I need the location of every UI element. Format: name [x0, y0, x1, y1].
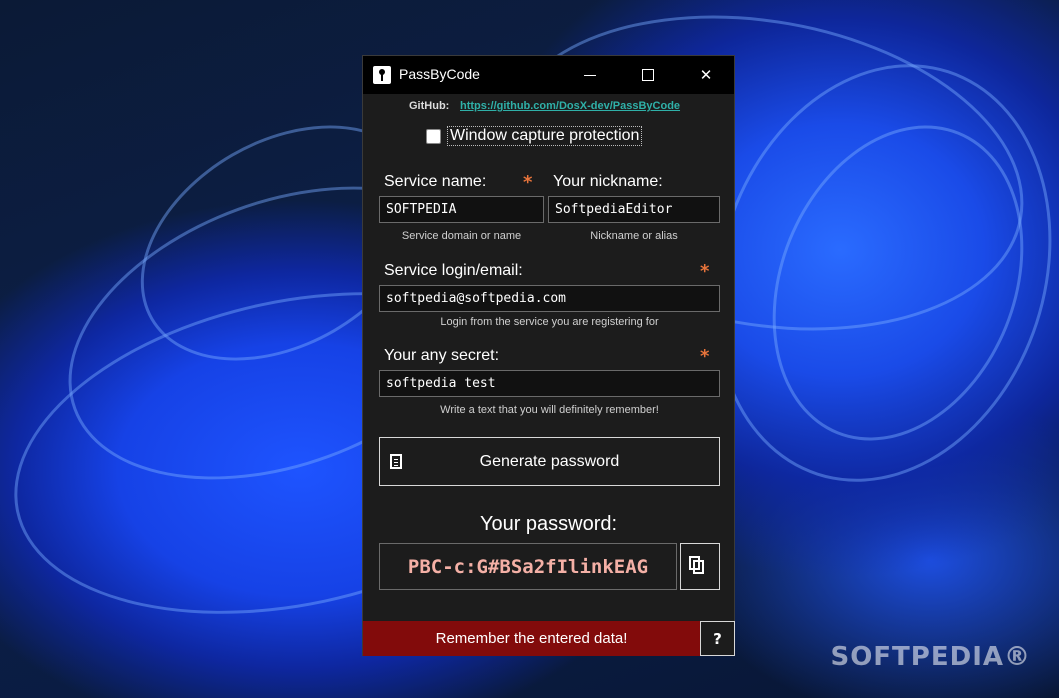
generate-password-button[interactable]: Generate password	[379, 437, 720, 486]
login-hint: Login from the service you are registeri…	[440, 316, 659, 328]
secret-input[interactable]: softpedia test	[379, 370, 720, 397]
capture-protection-label[interactable]: Window capture protection	[447, 126, 643, 146]
secret-hint: Write a text that you will definitely re…	[440, 404, 659, 416]
notepad-icon	[390, 454, 402, 469]
close-button[interactable]: ✕	[677, 56, 735, 94]
help-button[interactable]: ?	[700, 621, 735, 656]
login-email-input[interactable]: softpedia@softpedia.com	[379, 285, 720, 312]
service-name-required-mark: *	[523, 172, 533, 193]
login-required-mark: *	[700, 261, 710, 282]
your-password-title: Your password:	[479, 513, 618, 535]
maximize-icon	[642, 69, 654, 81]
service-name-label: Service name:	[384, 173, 487, 190]
softpedia-watermark: SOFTPEDIA®	[830, 642, 1031, 672]
maximize-button[interactable]	[619, 56, 677, 94]
nickname-hint: Nickname or alias	[590, 230, 678, 242]
nickname-input[interactable]: SoftpediaEditor	[548, 196, 720, 223]
capture-protection-row[interactable]: Window capture protection	[426, 125, 643, 147]
service-name-input[interactable]: SOFTPEDIA	[379, 196, 544, 223]
close-icon: ✕	[699, 66, 713, 84]
title-bar[interactable]: PassByCode ✕	[363, 56, 734, 94]
remember-data-button[interactable]: Remember the entered data!	[363, 621, 700, 656]
copy-password-button[interactable]	[680, 543, 720, 590]
keyhole-app-icon	[373, 66, 391, 84]
copy-icon	[689, 556, 704, 574]
github-label: GitHub:	[409, 100, 450, 112]
capture-protection-checkbox[interactable]	[426, 128, 441, 144]
login-label: Service login/email:	[384, 262, 523, 279]
minimize-icon	[584, 74, 596, 76]
nickname-label: Your nickname:	[553, 173, 663, 190]
minimize-button[interactable]	[561, 56, 619, 94]
window-title: PassByCode	[399, 66, 480, 82]
remember-data-label: Remember the entered data!	[435, 630, 628, 647]
service-name-hint: Service domain or name	[401, 230, 522, 242]
secret-required-mark: *	[700, 346, 710, 367]
secret-label: Your any secret:	[384, 347, 500, 364]
passbycode-window: PassByCode ✕ GitHub: https://github.com/…	[362, 55, 735, 656]
help-icon: ?	[713, 629, 722, 648]
password-value: PBC-c:G#BSa2fIlinkEAG	[407, 555, 649, 578]
github-link[interactable]: https://github.com/DosX-dev/PassByCode	[460, 100, 680, 112]
generate-password-label: Generate password	[479, 452, 620, 470]
password-output[interactable]: PBC-c:G#BSa2fIlinkEAG	[379, 543, 677, 590]
